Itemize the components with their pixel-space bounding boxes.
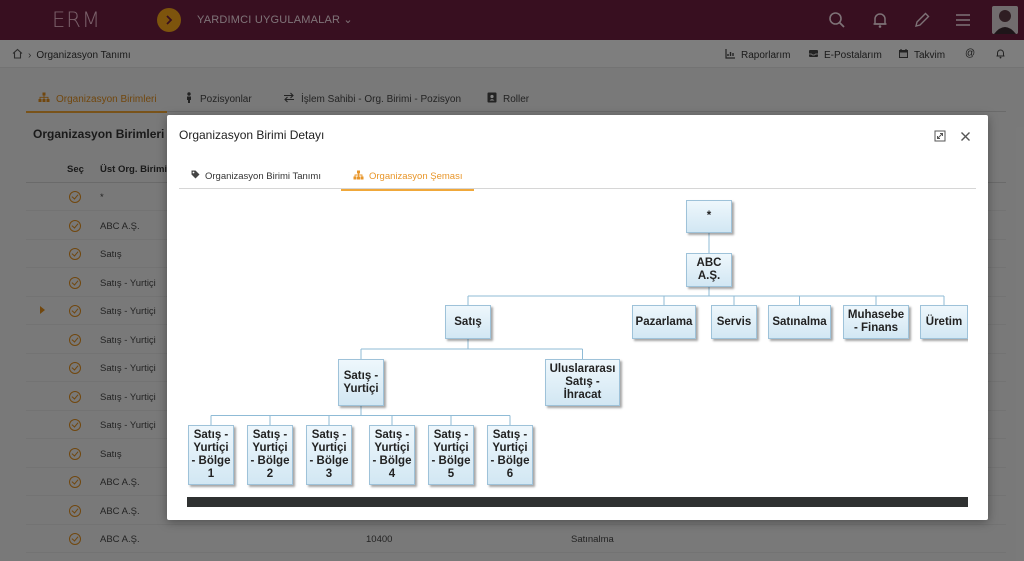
org-node-region[interactable]: Satış - Yurtiçi - Bölge 3 (306, 425, 352, 485)
org-node-level2[interactable]: Üretim (920, 305, 968, 339)
org-node-sales-export[interactable]: Uluslararası Satış - İhracat (545, 359, 620, 406)
close-icon[interactable] (958, 129, 972, 143)
org-node-level2[interactable]: Muhasebe - Finans (843, 305, 909, 339)
org-node-company[interactable]: ABC A.Ş. (686, 253, 732, 287)
org-chart-connectors (210, 233, 945, 425)
tab-org-chart[interactable]: Organizasyon Şeması (340, 170, 475, 191)
org-node-region[interactable]: Satış - Yurtiçi - Bölge 2 (247, 425, 293, 485)
maximize-icon[interactable] (933, 129, 947, 143)
org-node-region[interactable]: Satış - Yurtiçi - Bölge 5 (428, 425, 474, 485)
org-node-region[interactable]: Satış - Yurtiçi - Bölge 6 (487, 425, 533, 485)
org-node-region[interactable]: Satış - Yurtiçi - Bölge 4 (369, 425, 415, 485)
org-node-level2[interactable]: Satış (445, 305, 491, 339)
org-chart: * ABC A.Ş. Satış Pazarlama Servis Satınalma Mu… (187, 197, 968, 501)
org-node-level2[interactable]: Satınalma (768, 305, 831, 339)
tag-icon (191, 170, 200, 182)
modal-title: Organizasyon Birimi Detayı (179, 128, 325, 142)
org-node-level2[interactable]: Servis (711, 305, 757, 339)
org-node-sales-domestic[interactable]: Satış - Yurtiçi (338, 359, 384, 406)
horizontal-scrollbar[interactable] (187, 497, 968, 507)
tab-unit-definition[interactable]: Organizasyon Birimi Tanımı (191, 170, 321, 182)
org-node-level2[interactable]: Pazarlama (632, 305, 696, 339)
org-node-root[interactable]: * (686, 200, 732, 233)
sitemap-icon (353, 170, 364, 183)
modal-tabs: Organizasyon Birimi Tanımı Organizasyon … (179, 163, 976, 191)
org-unit-detail-modal: Organizasyon Birimi Detayı Organizasyon … (167, 115, 988, 520)
org-node-region[interactable]: Satış - Yurtiçi - Bölge 1 (188, 425, 234, 485)
